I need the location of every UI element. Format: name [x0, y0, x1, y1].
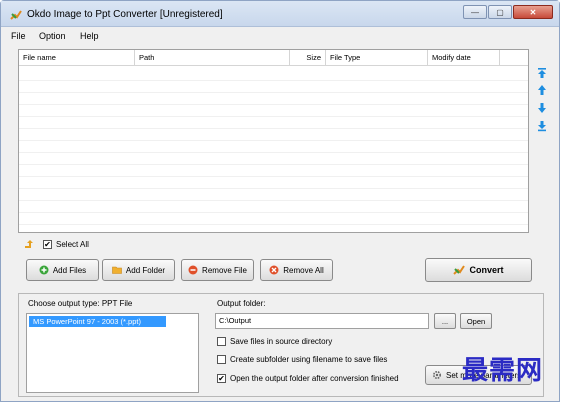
remove-all-icon [269, 265, 279, 275]
move-bottom-icon[interactable] [536, 120, 548, 132]
menu-file[interactable]: File [11, 31, 26, 41]
grid-line [19, 116, 528, 117]
menu-help[interactable]: Help [80, 31, 99, 41]
watermark-logo: 最需网 [462, 356, 544, 386]
create-subfolder-checkbox[interactable] [217, 355, 226, 364]
convert-icon [453, 265, 466, 275]
remove-file-label: Remove File [202, 265, 247, 275]
add-icon [39, 265, 49, 275]
remove-icon [188, 265, 198, 275]
output-type-list[interactable]: MS PowerPoint 97 - 2003 (*.ppt) [26, 313, 199, 393]
column-file-name[interactable]: File name [19, 50, 135, 66]
minimize-button[interactable]: — [463, 5, 487, 19]
grid-line [19, 152, 528, 153]
menu-bar: File Option Help [1, 28, 559, 44]
output-folder-input[interactable]: C:\Output [215, 313, 429, 329]
move-down-icon[interactable] [536, 102, 548, 114]
grid-line [19, 212, 528, 213]
app-logo-icon [10, 10, 22, 20]
grid-line [19, 140, 528, 141]
add-files-button[interactable]: Add Files [26, 259, 99, 281]
remove-all-button[interactable]: Remove All [260, 259, 333, 281]
window-title: Okdo Image to Ppt Converter [Unregistere… [27, 9, 223, 20]
select-all-label: Select All [56, 240, 89, 249]
save-in-source-checkbox[interactable] [217, 337, 226, 346]
grid-line [19, 224, 528, 225]
close-button[interactable]: ✕ [513, 5, 553, 19]
title-bar[interactable]: Okdo Image to Ppt Converter [Unregistere… [1, 1, 559, 27]
column-file-type[interactable]: File Type [326, 50, 428, 66]
output-type-option-ppt[interactable]: MS PowerPoint 97 - 2003 (*.ppt) [29, 316, 166, 327]
folder-icon [112, 266, 122, 274]
window-controls: — ▢ ✕ [462, 5, 553, 19]
column-path[interactable]: Path [135, 50, 290, 66]
column-modify-date[interactable]: Modify date [428, 50, 500, 66]
create-subfolder-label: Create subfolder using filename to save … [230, 355, 388, 364]
file-list-header: File name Path Size File Type Modify dat… [19, 50, 528, 66]
move-up-icon[interactable] [536, 84, 548, 96]
grid-line [19, 176, 528, 177]
column-size[interactable]: Size [290, 50, 326, 66]
remove-all-label: Remove All [283, 265, 324, 275]
gear-icon [432, 370, 442, 380]
up-folder-icon[interactable] [23, 239, 35, 251]
add-files-label: Add Files [52, 265, 87, 275]
column-filler [500, 50, 528, 66]
grid-line [19, 188, 528, 189]
app-window: Okdo Image to Ppt Converter [Unregistere… [0, 0, 560, 402]
open-output-folder-checkbox[interactable]: ✔ [217, 374, 226, 383]
grid-line [19, 104, 528, 105]
grid-line [19, 200, 528, 201]
convert-label: Convert [469, 265, 504, 275]
browse-button[interactable]: ... [434, 313, 456, 329]
move-top-icon[interactable] [536, 67, 548, 79]
add-folder-label: Add Folder [125, 265, 166, 275]
output-folder-label: Output folder: [217, 299, 266, 308]
grid-line [19, 80, 528, 81]
grid-line [19, 92, 528, 93]
output-type-label: Choose output type: PPT File [28, 299, 133, 308]
remove-file-button[interactable]: Remove File [181, 259, 254, 281]
select-all-checkbox[interactable]: ✔ [43, 240, 52, 249]
grid-line [19, 128, 528, 129]
convert-button[interactable]: Convert [425, 258, 532, 282]
file-list[interactable]: File name Path Size File Type Modify dat… [18, 49, 529, 233]
menu-option[interactable]: Option [39, 31, 66, 41]
open-output-folder-label: Open the output folder after conversion … [230, 374, 399, 383]
maximize-button[interactable]: ▢ [488, 5, 512, 19]
grid-line [19, 164, 528, 165]
open-button[interactable]: Open [460, 313, 492, 329]
save-in-source-label: Save files in source directory [230, 337, 333, 346]
add-folder-button[interactable]: Add Folder [102, 259, 175, 281]
